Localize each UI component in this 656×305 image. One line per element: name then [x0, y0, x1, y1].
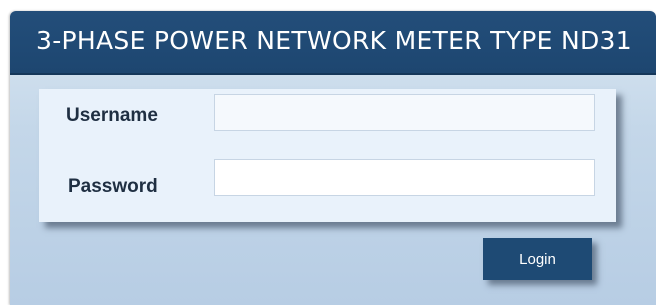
login-window: 3-PHASE POWER NETWORK METER TYPE ND31 Us…: [10, 11, 656, 305]
username-label: Username: [66, 105, 158, 126]
password-label: Password: [68, 176, 158, 197]
title-bar: 3-PHASE POWER NETWORK METER TYPE ND31: [10, 11, 656, 75]
page-title: 3-PHASE POWER NETWORK METER TYPE ND31: [36, 26, 632, 55]
username-input[interactable]: [214, 94, 595, 131]
login-form-panel: Username Password: [39, 89, 616, 222]
password-input[interactable]: [214, 159, 595, 196]
login-button[interactable]: Login: [483, 238, 592, 280]
